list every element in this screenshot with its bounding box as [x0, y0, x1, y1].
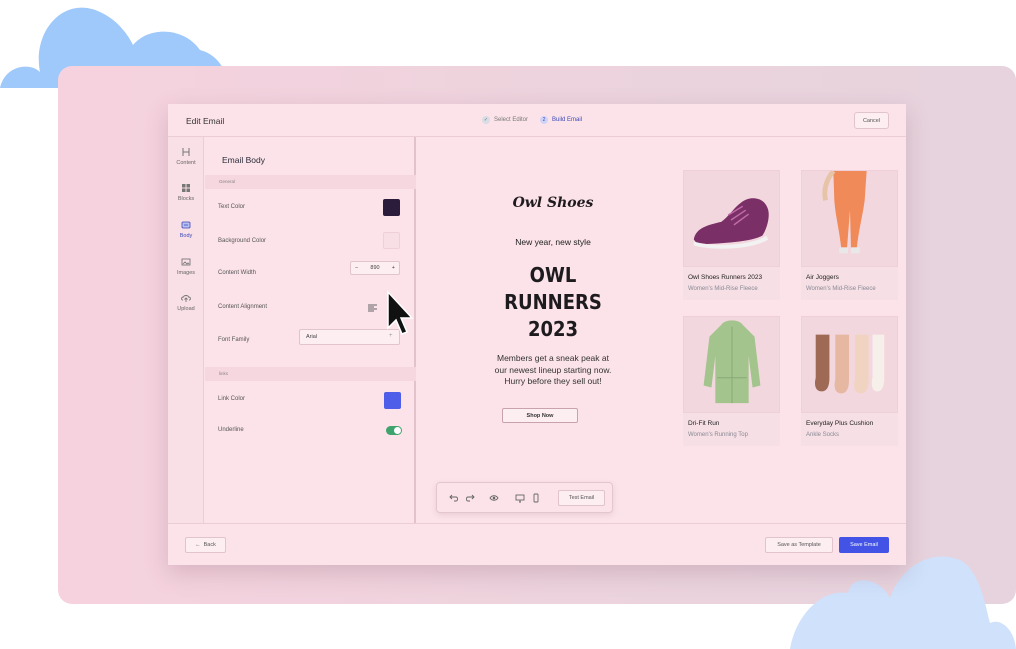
product-card[interactable]: Owl Shoes Runners 2023 Women's Mid-Rise …: [683, 170, 780, 300]
email-editor-window: Edit Email ✓ Select Editor 2 Build Email…: [168, 104, 906, 565]
rail-item-upload[interactable]: Upload: [168, 293, 204, 312]
font-family-select[interactable]: Arial +: [299, 329, 400, 345]
tool-rail: Content Blocks Body Images Upload: [168, 137, 204, 523]
rail-item-content[interactable]: Content: [168, 147, 204, 166]
font-family-value: Arial: [306, 334, 318, 340]
content-width-stepper[interactable]: − 890 +: [350, 261, 400, 275]
body-line: Members get a sneak peak at: [497, 353, 609, 363]
step-label: Build Email: [552, 117, 583, 123]
arrow-left-icon: ←: [195, 542, 201, 548]
product-description: Women's Mid-Rise Fleece: [688, 286, 758, 292]
product-description: Women's Running Top: [688, 432, 748, 438]
step-number-badge: 2: [540, 116, 549, 124]
test-email-button[interactable]: Test Email: [558, 490, 605, 506]
back-button[interactable]: ← Back: [185, 537, 226, 553]
step-select-editor[interactable]: ✓ Select Editor: [482, 116, 528, 124]
background-color-swatch[interactable]: [383, 232, 400, 249]
product-card[interactable]: Everyday Plus Cushion Ankle Socks: [801, 316, 898, 446]
section-header-general: General: [205, 175, 416, 189]
back-label: Back: [203, 542, 216, 548]
body-line: our newest lineup starting now.: [494, 364, 612, 375]
content-width-value[interactable]: 890: [370, 265, 379, 271]
underline-label: Underline: [218, 427, 244, 433]
step-build-email[interactable]: 2 Build Email: [540, 116, 582, 124]
email-brand-logo: Owl Shoes: [512, 195, 594, 211]
shoe-image: [683, 170, 780, 267]
cancel-button[interactable]: Cancel: [854, 112, 889, 129]
body-icon: [181, 221, 191, 229]
headline-line: RUNNERS: [504, 290, 602, 314]
product-name: Owl Shoes Runners 2023: [688, 274, 763, 281]
rail-item-label: Upload: [177, 306, 195, 312]
background-color-label: Background Color: [218, 238, 267, 244]
product-name: Air Joggers: [806, 274, 839, 281]
underline-toggle[interactable]: [386, 426, 402, 435]
rail-item-label: Blocks: [177, 196, 195, 202]
redo-icon[interactable]: [465, 493, 475, 503]
mobile-icon[interactable]: [531, 493, 541, 503]
rail-item-images[interactable]: Images: [168, 257, 204, 276]
undo-icon[interactable]: [449, 493, 459, 503]
minus-icon[interactable]: −: [355, 265, 358, 271]
jacket-image: [683, 316, 780, 413]
blocks-icon: [182, 184, 190, 192]
rail-item-blocks[interactable]: Blocks: [168, 183, 204, 202]
headline-line: 2023: [527, 317, 579, 341]
editor-header: Edit Email ✓ Select Editor 2 Build Email…: [168, 104, 906, 137]
socks-image: [801, 316, 898, 413]
image-icon: [181, 258, 191, 266]
link-color-swatch[interactable]: [384, 392, 401, 409]
section-header-links: links: [205, 367, 416, 381]
rail-item-label: Body: [179, 233, 193, 239]
email-headline: OWL RUNNERS 2023: [486, 262, 621, 343]
save-as-template-button[interactable]: Save as Template: [765, 537, 833, 553]
rail-item-label: Content: [176, 160, 196, 166]
editor-footer: ← Back Save as Template Save Email: [168, 523, 906, 565]
wizard-steps: ✓ Select Editor 2 Build Email: [482, 116, 582, 124]
heading-icon: [182, 148, 190, 156]
product-description: Women's Mid-Rise Fleece: [806, 286, 876, 292]
step-label: Select Editor: [494, 117, 529, 123]
content-alignment-label: Content Alignment: [218, 304, 268, 310]
page-title: Edit Email: [186, 116, 225, 126]
properties-panel: Email Body General Text Color Background…: [205, 137, 416, 523]
plus-icon[interactable]: +: [392, 265, 395, 271]
shop-now-button[interactable]: Shop Now: [502, 408, 578, 423]
product-name: Dri-Fit Run: [688, 420, 720, 427]
product-name: Everyday Plus Cushion: [806, 420, 874, 427]
email-tagline: New year, new style: [515, 237, 591, 247]
check-icon: ✓: [482, 116, 490, 124]
email-body-copy: Members get a sneak peak at our newest l…: [458, 353, 648, 388]
align-left-icon[interactable]: [368, 304, 377, 312]
mouse-cursor-icon: [387, 290, 414, 335]
link-color-label: Link Color: [218, 396, 246, 402]
email-preview-canvas: Owl Shoes New year, new style OWL RUNNER…: [418, 137, 906, 523]
rail-item-label: Images: [176, 270, 196, 276]
desktop-icon[interactable]: [515, 493, 525, 503]
rail-item-body[interactable]: Body: [168, 220, 204, 239]
preview-toolbar: Test Email: [436, 482, 613, 513]
product-card[interactable]: Dri-Fit Run Women's Running Top: [683, 316, 780, 446]
text-color-swatch[interactable]: [383, 199, 400, 216]
preview-eye-icon[interactable]: [489, 493, 499, 503]
body-line: Hurry before they sell out!: [504, 376, 602, 386]
font-family-label: Font Family: [218, 337, 250, 343]
joggers-image: [801, 170, 898, 267]
save-email-button[interactable]: Save Email: [839, 537, 889, 553]
product-card[interactable]: Air Joggers Women's Mid-Rise Fleece: [801, 170, 898, 300]
panel-heading: Email Body: [222, 155, 265, 165]
content-width-label: Content Width: [218, 270, 257, 276]
text-color-label: Text Color: [218, 204, 246, 210]
product-description: Ankle Socks: [806, 432, 840, 438]
headline-line: OWL: [529, 263, 577, 287]
upload-icon: [181, 295, 191, 302]
